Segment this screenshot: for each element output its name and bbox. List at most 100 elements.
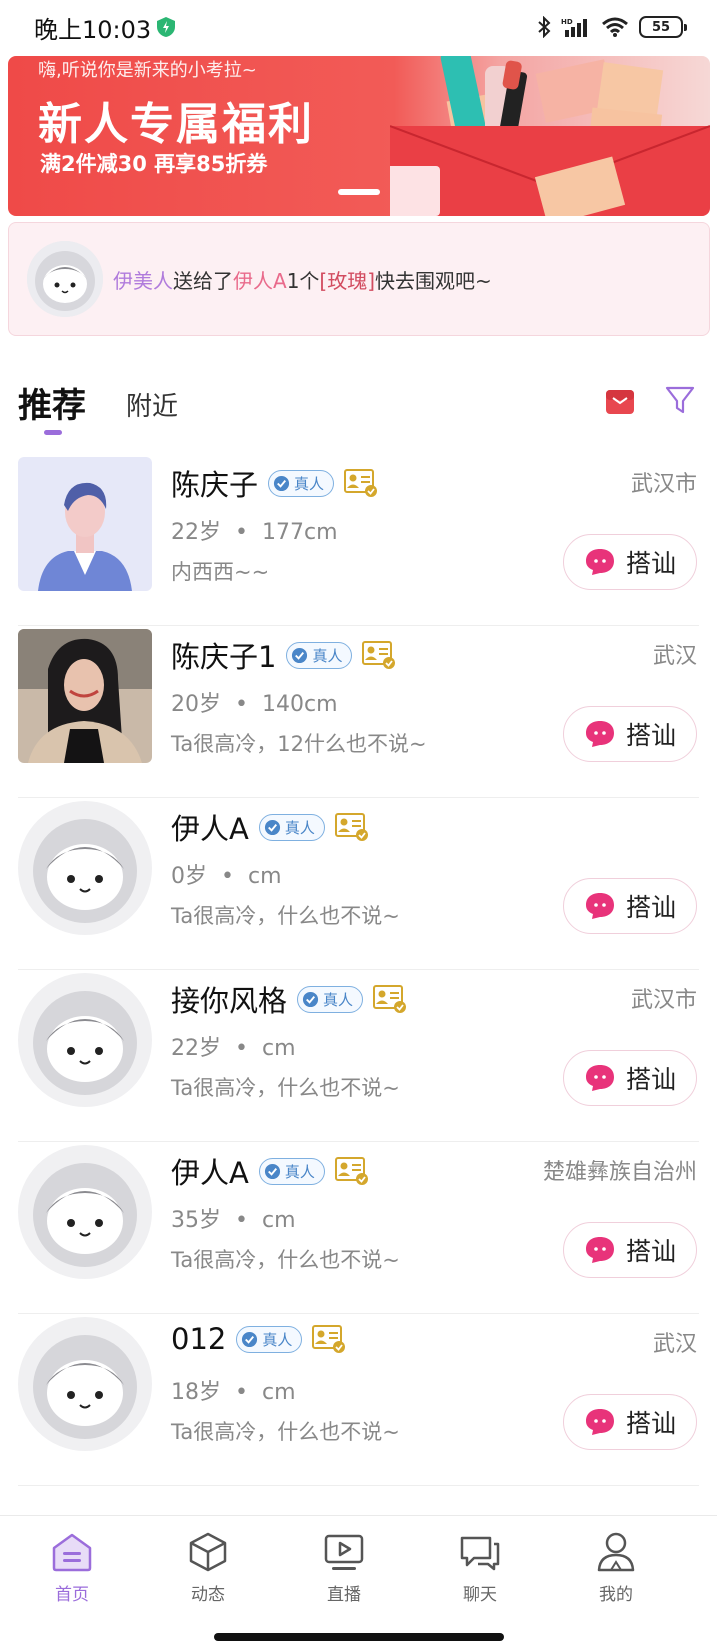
tab-nearby[interactable]: 附近 xyxy=(126,386,178,423)
svg-text:HD: HD xyxy=(561,18,573,26)
promo-banner[interactable]: 嗨,听说你是新来的小考拉~ 新人专属福利 满2件减30 再享85折券 xyxy=(8,56,710,216)
tab-active-indicator xyxy=(44,430,62,435)
user-card[interactable]: 伊人A 真人 0岁 • cm Ta很高冷，什么也不说~ 搭讪 xyxy=(18,798,699,970)
user-list: 陈庆子 真人 武汉市 22岁 • 177cm 内西西~~ 搭讪 陈庆子1 真人 … xyxy=(0,454,717,1486)
greet-button[interactable]: 搭讪 xyxy=(563,1394,697,1450)
greet-button-label: 搭讪 xyxy=(625,1237,676,1266)
user-city: 武汉市 xyxy=(630,988,697,1013)
greet-button[interactable]: 搭讪 xyxy=(563,1050,697,1106)
user-avatar[interactable] xyxy=(18,1145,152,1279)
check-circle-icon xyxy=(292,647,308,663)
user-card[interactable]: 陈庆子1 真人 武汉 20岁 • 140cm Ta很高冷，12什么也不说~ 搭讪 xyxy=(18,626,699,798)
user-avatar[interactable] xyxy=(18,973,152,1107)
notice-verb: 送给了 xyxy=(173,268,233,293)
id-verified-icon xyxy=(334,1157,368,1185)
signal-icon: HD xyxy=(561,18,587,37)
user-meta: 18岁 • cm xyxy=(171,1374,296,1406)
user-name-line: 012 真人 xyxy=(171,1322,346,1356)
verified-real-badge: 真人 xyxy=(268,469,335,497)
nav-live[interactable]: 直播 xyxy=(294,1530,394,1605)
chat-bubble-icon xyxy=(585,1065,614,1091)
user-city: 楚雄彝族自治州 xyxy=(542,1160,697,1185)
greet-button[interactable]: 搭讪 xyxy=(563,1222,697,1278)
nav-home[interactable]: 首页 xyxy=(22,1530,122,1605)
check-circle-icon xyxy=(302,991,319,1007)
greet-button-label: 搭讪 xyxy=(625,549,676,578)
id-verified-icon xyxy=(344,469,378,497)
user-height: cm xyxy=(261,1208,296,1233)
astronaut-avatar-icon xyxy=(27,241,103,317)
banner-greeting: 嗨,听说你是新来的小考拉~ xyxy=(38,60,257,81)
user-avatar[interactable] xyxy=(18,457,152,591)
user-city: 武汉 xyxy=(652,644,697,669)
user-card[interactable]: 陈庆子 真人 武汉市 22岁 • 177cm 内西西~~ 搭讪 xyxy=(18,454,699,626)
status-icons: HD 55 xyxy=(537,16,687,38)
bluetooth-icon xyxy=(538,16,551,38)
shield-icon xyxy=(157,17,176,37)
nav-chat[interactable]: 聊天 xyxy=(430,1530,530,1605)
user-card[interactable]: 012 真人 武汉 18岁 • cm Ta很高冷，什么也不说~ 搭讪 xyxy=(18,1314,699,1486)
user-avatar[interactable] xyxy=(18,1317,152,1451)
user-age: 22岁 xyxy=(171,520,221,545)
notice-gift: [玫瑰] xyxy=(319,268,376,293)
check-circle-icon xyxy=(264,1163,280,1179)
nav-profile[interactable]: 我的 xyxy=(566,1530,666,1605)
nav-moments[interactable]: 动态 xyxy=(158,1530,258,1605)
meta-separator: • xyxy=(235,692,248,717)
gift-box-icon[interactable] xyxy=(604,384,636,416)
filter-icon[interactable] xyxy=(665,384,695,416)
profile-icon xyxy=(597,1532,635,1572)
greet-button[interactable]: 搭讪 xyxy=(563,534,697,590)
nav-profile-label: 我的 xyxy=(599,1585,633,1605)
banner-subtitle: 满2件减30 再享85折券 xyxy=(40,152,268,176)
greet-button-label: 搭讪 xyxy=(625,893,676,922)
verified-real-badge: 真人 xyxy=(297,985,364,1013)
user-height: cm xyxy=(261,1036,296,1061)
user-card[interactable]: 接你风格 真人 武汉市 22岁 • cm Ta很高冷，什么也不说~ 搭讪 xyxy=(18,970,699,1142)
user-height: cm xyxy=(261,1380,296,1405)
user-name: 012 xyxy=(171,1322,227,1356)
greet-button[interactable]: 搭讪 xyxy=(563,706,697,762)
user-name: 陈庆子1 xyxy=(171,640,277,674)
wifi-icon xyxy=(602,17,628,37)
user-city: 武汉市 xyxy=(630,472,697,497)
notice-sender: 伊美人 xyxy=(113,268,173,293)
user-avatar[interactable] xyxy=(18,629,152,763)
id-verified-icon xyxy=(334,813,368,841)
user-city: 武汉 xyxy=(652,1332,697,1357)
home-indicator xyxy=(214,1633,504,1641)
tab-recommend[interactable]: 推荐 xyxy=(18,378,86,427)
chat-bubble-icon xyxy=(585,893,614,919)
feed-tabs: 推荐 附近 xyxy=(0,372,717,442)
verified-real-label: 真人 xyxy=(284,818,315,837)
user-age: 0岁 xyxy=(171,864,207,889)
chat-bubble-icon xyxy=(585,1409,614,1435)
verified-real-badge: 真人 xyxy=(258,1157,325,1185)
meta-separator: • xyxy=(221,864,234,889)
greet-button[interactable]: 搭讪 xyxy=(563,878,697,934)
carousel-indicator xyxy=(338,189,380,195)
chat-bubble-icon xyxy=(585,721,614,747)
status-bar: 晚上10:03 HD 55 xyxy=(0,0,717,54)
cube-icon xyxy=(189,1532,227,1572)
user-height: cm xyxy=(247,864,282,889)
chat-icon xyxy=(460,1536,500,1571)
astronaut-avatar-icon xyxy=(18,801,152,935)
user-avatar[interactable] xyxy=(18,801,152,935)
user-age: 18岁 xyxy=(171,1380,221,1405)
user-card[interactable]: 伊人A 真人 楚雄彝族自治州 35岁 • cm Ta很高冷，什么也不说~ 搭讪 xyxy=(18,1142,699,1314)
user-bio: Ta很高冷，什么也不说~ xyxy=(171,1248,400,1272)
user-name-line: 接你风格 真人 xyxy=(171,978,407,1020)
user-meta: 20岁 • 140cm xyxy=(171,686,338,718)
user-name-line: 伊人A 真人 xyxy=(171,1150,369,1192)
verified-real-badge: 真人 xyxy=(236,1325,303,1353)
user-height: 177cm xyxy=(261,520,338,545)
meta-separator: • xyxy=(235,1036,248,1061)
verified-real-badge: 真人 xyxy=(286,641,353,669)
verified-real-label: 真人 xyxy=(312,646,343,665)
meta-separator: • xyxy=(235,520,248,545)
user-name: 伊人A xyxy=(171,1156,249,1190)
meta-separator: • xyxy=(235,1208,248,1233)
chat-bubble-icon xyxy=(585,1237,614,1263)
gift-notice[interactable]: 伊美人送给了伊人A1个[玫瑰]快去围观吧~ xyxy=(8,222,710,336)
